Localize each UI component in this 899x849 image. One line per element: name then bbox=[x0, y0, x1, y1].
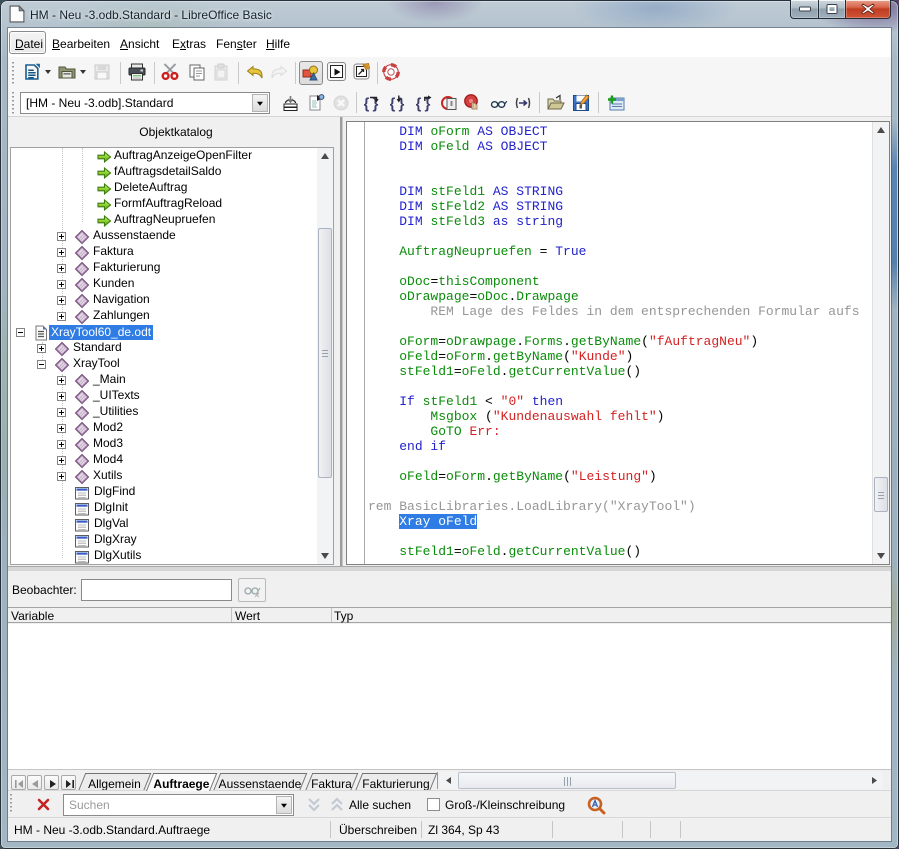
svg-text:{: { bbox=[390, 96, 396, 113]
svg-text:{: { bbox=[364, 96, 370, 113]
svg-text:{: { bbox=[416, 96, 422, 113]
